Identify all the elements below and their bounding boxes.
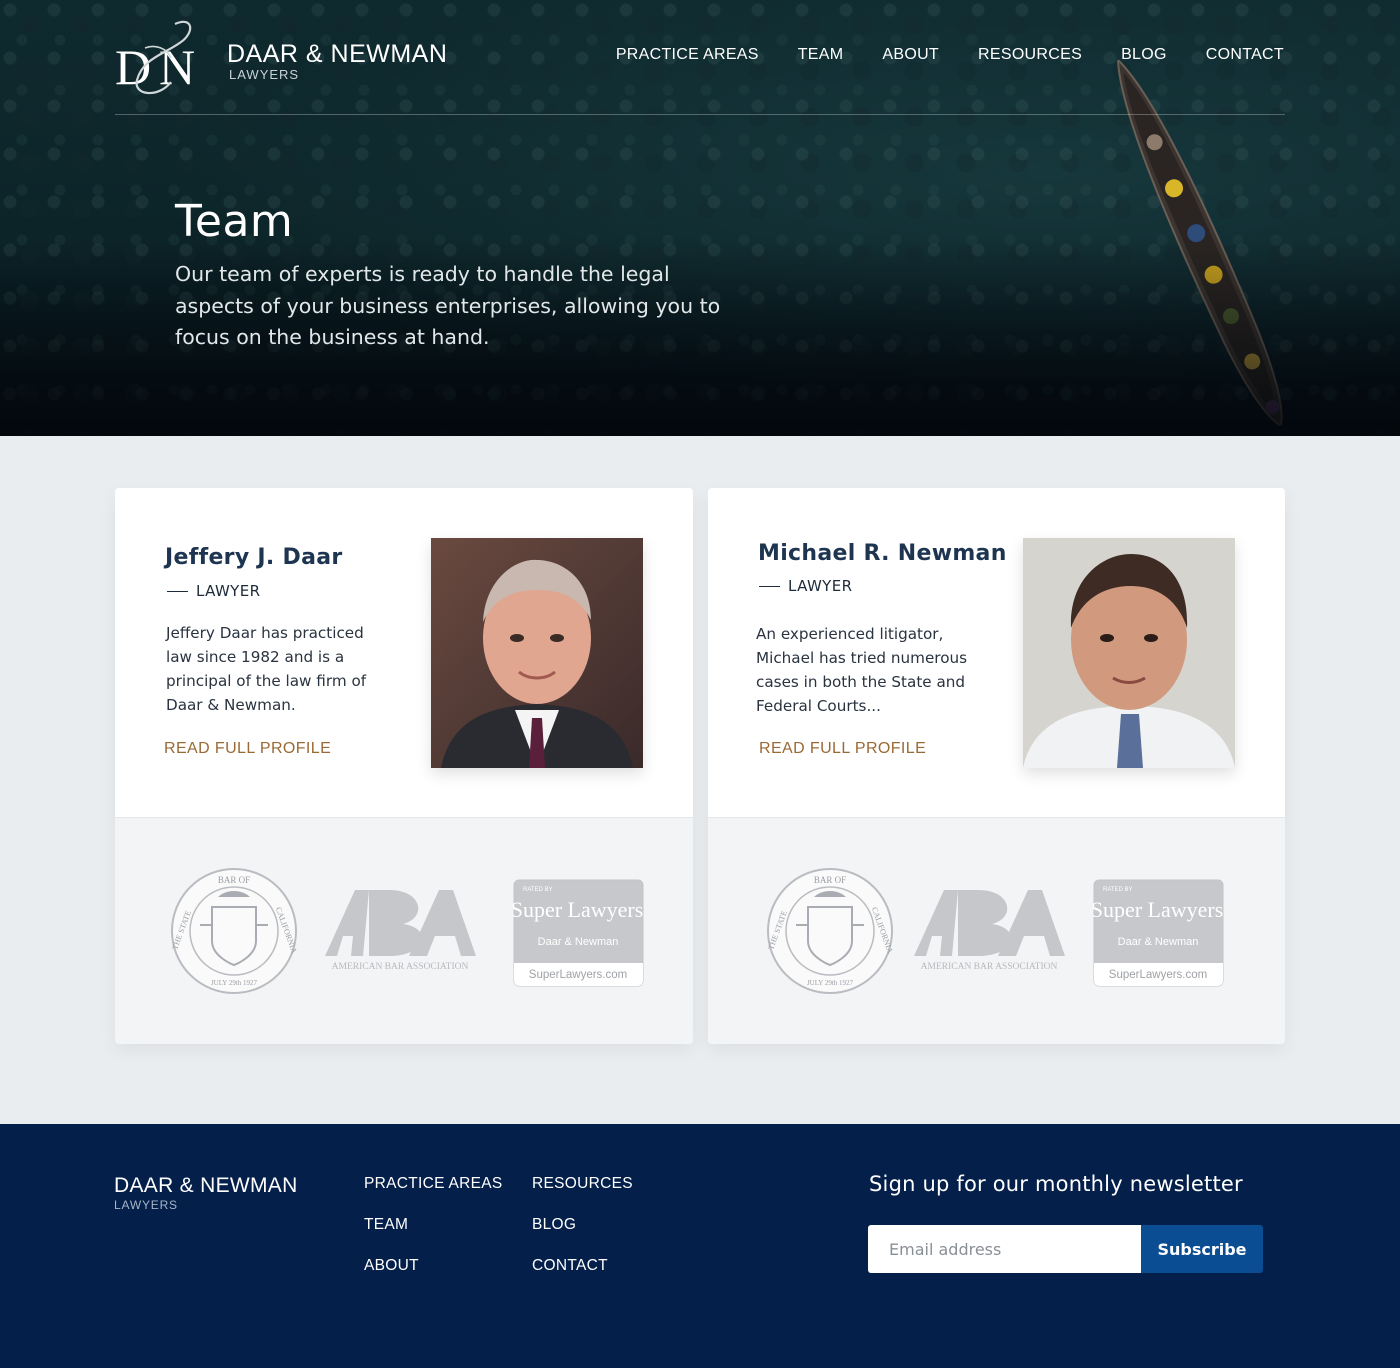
nav-about[interactable]: ABOUT: [882, 46, 939, 64]
page-title: Team: [175, 196, 294, 247]
lawyer-name: Michael R. Newman: [758, 541, 1007, 566]
lawyer-bio: An experienced litigator, Michael has tr…: [756, 625, 968, 715]
site-logo[interactable]: D N DAAR & NEWMAN LAWYERS: [115, 18, 447, 96]
page-description: Our team of experts is ready to handle t…: [175, 262, 721, 349]
lawyer-role: LAWYER: [167, 582, 260, 600]
footer-logo-subtitle: LAWYERS: [114, 1198, 178, 1212]
lawyer-name: Jeffery J. Daar: [165, 545, 343, 570]
read-profile-link[interactable]: READ FULL PROFILE: [164, 740, 331, 758]
nav-blog[interactable]: BLOG: [1121, 46, 1167, 64]
seal-top-text: BAR OF: [218, 875, 250, 885]
footer-logo-name: DAAR & NEWMAN: [114, 1174, 298, 1197]
role-dash: [759, 585, 780, 587]
super-lawyers-badge-icon: RATED BY Super Lawyers Daar & Newman Sup…: [1093, 879, 1224, 987]
subscribe-button[interactable]: Subscribe: [1141, 1225, 1263, 1273]
nav-team[interactable]: TEAM: [798, 46, 844, 64]
state-bar-seal-icon: BAR OF THE STATE CALIFORNIA JULY 29th 19…: [766, 868, 894, 994]
nav-resources[interactable]: RESOURCES: [978, 46, 1082, 64]
footer-link-contact[interactable]: CONTACT: [532, 1257, 608, 1275]
logo-subtitle: LAWYERS: [229, 67, 300, 82]
nav-practice-areas[interactable]: PRACTICE AREAS: [616, 46, 759, 64]
footer-link-about[interactable]: ABOUT: [364, 1257, 419, 1275]
lawyer-photo-michael-newman[interactable]: [1023, 538, 1235, 768]
footer-link-resources[interactable]: RESOURCES: [532, 1175, 633, 1193]
team-card-jeffery-daar: Jeffery J. Daar LAWYER Jeffery Daar has …: [115, 488, 693, 1044]
hero-banner: D N DAAR & NEWMAN LAWYERS PRACTICE AREAS…: [0, 0, 1400, 436]
lawyer-bio: Jeffery Daar has practiced law since 198…: [166, 624, 367, 714]
seal-date-text: JULY 29th 1927: [807, 979, 854, 987]
nav-contact[interactable]: CONTACT: [1206, 46, 1284, 64]
seal-top-text: BAR OF: [814, 875, 846, 885]
card-badges: BAR OF THE STATE CALIFORNIA JULY 29th 19…: [708, 817, 1285, 1044]
monogram-logo-icon: D N: [115, 20, 195, 95]
footer-link-team[interactable]: TEAM: [364, 1216, 408, 1234]
footer-link-blog[interactable]: BLOG: [532, 1216, 576, 1234]
sl-firm: Daar & Newman: [1118, 936, 1199, 948]
footer-link-practice-areas[interactable]: PRACTICE AREAS: [364, 1175, 503, 1193]
lawyer-role: LAWYER: [759, 577, 852, 595]
sl-firm: Daar & Newman: [538, 936, 619, 948]
newsletter-title: Sign up for our monthly newsletter: [869, 1172, 1243, 1196]
sl-url: SuperLawyers.com: [1109, 969, 1207, 981]
role-dash: [167, 590, 188, 592]
card-badges: BAR OF THE STATE CALIFORNIA JULY 29th 19…: [115, 817, 693, 1044]
read-profile-link[interactable]: READ FULL PROFILE: [759, 740, 926, 758]
svg-text:N: N: [159, 39, 195, 95]
aba-logo-icon: AMERICAN BAR ASSOCIATION: [914, 890, 1065, 972]
lawyer-role-label: LAWYER: [196, 582, 261, 600]
team-card-michael-newman: Michael R. Newman LAWYER An experienced …: [708, 488, 1285, 1044]
super-lawyers-badge-icon: RATED BY Super Lawyers Daar & Newman Sup…: [513, 879, 644, 987]
sl-url: SuperLawyers.com: [529, 969, 627, 981]
lawyer-photo-jeffery-daar[interactable]: [431, 538, 643, 768]
main-nav: PRACTICE AREAS TEAM ABOUT RESOURCES BLOG…: [616, 46, 1284, 64]
aba-logo-icon: AMERICAN BAR ASSOCIATION: [325, 890, 476, 972]
sl-title: Super Lawyers: [1093, 897, 1223, 922]
logo-name: DAAR & NEWMAN: [227, 40, 448, 68]
header-divider: [115, 114, 1285, 115]
seal-date-text: JULY 29th 1927: [211, 979, 258, 987]
newsletter-email-input[interactable]: [868, 1225, 1141, 1273]
sl-rated-by: RATED BY: [523, 887, 553, 893]
state-bar-seal-icon: BAR OF THE STATE CALIFORNIA JULY 29th 19…: [170, 868, 298, 994]
footer-logo[interactable]: DAAR & NEWMAN LAWYERS: [114, 1174, 298, 1212]
aba-caption: AMERICAN BAR ASSOCIATION: [921, 962, 1058, 972]
sl-title: Super Lawyers: [513, 897, 643, 922]
lawyer-role-label: LAWYER: [788, 577, 853, 595]
sl-rated-by: RATED BY: [1103, 887, 1133, 893]
aba-caption: AMERICAN BAR ASSOCIATION: [332, 962, 469, 972]
